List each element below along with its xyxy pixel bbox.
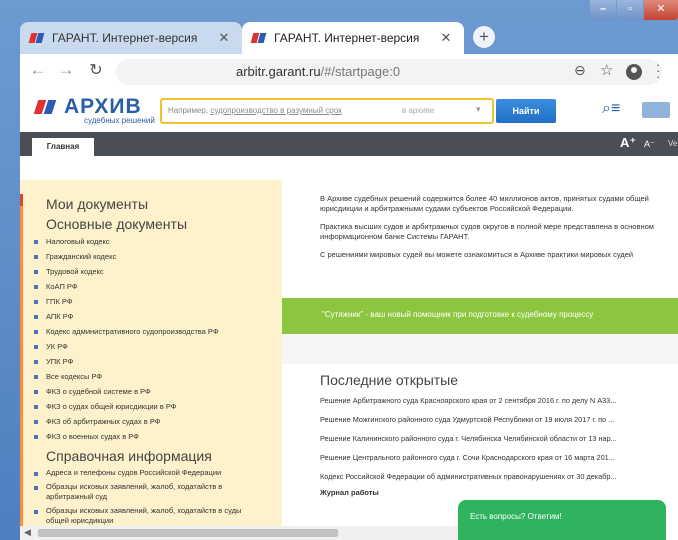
maximize-button[interactable]: ▫	[617, 0, 643, 20]
advanced-search-icon[interactable]: ⌕≡	[602, 100, 620, 118]
list-item[interactable]: Кодекс административного судопроизводств…	[34, 326, 219, 341]
list-item[interactable]: Образцы исковых заявлений, жалоб, ходата…	[34, 506, 264, 526]
scroll-left-icon[interactable]: ◀	[24, 527, 31, 538]
reference-info-list: Адреса и телефоны судов Российской Федер…	[34, 468, 264, 530]
list-item[interactable]: Гражданский кодекс	[34, 251, 219, 266]
close-window-button[interactable]: ✕	[644, 0, 678, 20]
recent-heading: Последние открытые	[320, 372, 459, 388]
url-host: arbitr.garant.ru	[236, 64, 321, 79]
url-path: /#/startpage:0	[320, 64, 401, 79]
address-bar[interactable]: arbitr.garant.ru/#/startpage:0 ⊖ ☆	[116, 59, 662, 85]
main-documents-list: Налоговый кодекс Гражданский кодекс Труд…	[34, 236, 219, 446]
left-accent-marker	[20, 194, 23, 206]
list-item[interactable]: ФКЗ о судах общей юрисдикции в РФ	[34, 401, 219, 416]
search-placeholder-prefix: Например,	[168, 106, 209, 115]
list-item[interactable]: ФКЗ о военных судах в РФ	[34, 431, 219, 446]
intro-paragraph: Практика высших судов и арбитражных судо…	[320, 222, 654, 241]
recent-list: Решение Арбитражного суда Красноярского …	[320, 396, 666, 491]
minimize-icon: –	[599, 3, 607, 15]
tab-close-icon[interactable]: ✕	[216, 30, 232, 46]
list-item[interactable]: Налоговый кодекс	[34, 236, 219, 251]
profile-icon[interactable]	[626, 64, 642, 80]
url-text: arbitr.garant.ru/#/startpage:0	[236, 64, 400, 79]
tab-close-icon[interactable]: ✕	[438, 30, 454, 46]
list-item[interactable]: Решение Можгинского районного суда Удмур…	[320, 415, 666, 434]
browser-tab-1[interactable]: ГАРАНТ. Интернет-версия ✕	[20, 22, 242, 54]
list-item[interactable]: Решение Арбитражного суда Красноярского …	[320, 396, 666, 415]
list-item[interactable]: Образцы исковых заявлений, жалоб, ходата…	[34, 482, 264, 502]
close-icon: ✕	[656, 3, 666, 15]
tab-strip: ГАРАНТ. Интернет-версия ✕ ГАРАНТ. Интерн…	[20, 18, 678, 54]
list-item[interactable]: ГПК РФ	[34, 296, 219, 311]
list-item[interactable]: Все кодексы РФ	[34, 371, 219, 386]
list-item[interactable]: ФКЗ об арбитражных судах в РФ	[34, 416, 219, 431]
intro-text: В Архиве судебных решений содержится бол…	[320, 194, 660, 268]
list-item[interactable]: УПК РФ	[34, 356, 219, 371]
reload-icon[interactable]: ↻	[86, 60, 106, 80]
left-accent-bar	[20, 194, 23, 540]
browser-window: ГАРАНТ. Интернет-версия ✕ ГАРАНТ. Интерн…	[0, 0, 678, 540]
promo-banner[interactable]: "Сутяжник" - ваш новый помощник при подг…	[282, 298, 678, 334]
nav-more-item[interactable]: Ve	[668, 139, 677, 148]
intro-paragraph-link[interactable]: С решениями мировых судей вы можете озна…	[320, 250, 660, 260]
logo-subtitle: судебных решений	[84, 116, 155, 125]
horizontal-scrollbar[interactable]: ◀	[20, 526, 458, 540]
reference-info-heading: Справочная информация	[46, 448, 212, 464]
scroll-thumb[interactable]	[38, 529, 338, 537]
minimize-button[interactable]: –	[590, 0, 616, 20]
main-documents-heading: Основные документы	[46, 216, 188, 232]
list-item[interactable]: Решение Калининского районного суда г. Ч…	[320, 434, 666, 453]
chat-widget[interactable]: Есть вопросы? Ответим!	[458, 500, 666, 540]
find-button[interactable]: Найти	[496, 99, 556, 123]
list-item[interactable]: КоАП РФ	[34, 281, 219, 296]
list-item[interactable]: Трудовой кодекс	[34, 266, 219, 281]
new-tab-button[interactable]: +	[473, 26, 495, 48]
promo-text: "Сутяжник" - ваш новый помощник при подг…	[322, 310, 594, 319]
tab-title: ГАРАНТ. Интернет-версия	[274, 31, 420, 45]
journal-link[interactable]: Журнал работы	[320, 488, 379, 497]
chat-text: Есть вопросы? Ответим!	[470, 512, 562, 521]
bookmark-star-icon[interactable]: ☆	[600, 61, 613, 79]
left-panel: Мои документы Основные документы Налогов…	[20, 180, 282, 540]
sub-bar	[20, 156, 678, 180]
recent-band	[282, 334, 678, 364]
right-panel: В Архиве судебных решений содержится бол…	[282, 180, 678, 540]
garant-logo-icon[interactable]	[34, 100, 58, 114]
chevron-down-icon[interactable]: ▾	[476, 104, 481, 115]
back-arrow-icon[interactable]: ←	[28, 60, 48, 80]
browser-menu-icon[interactable]: · · ·	[656, 58, 660, 83]
web-page: АРХИВ судебных решений Например, судопро…	[20, 90, 678, 540]
list-item[interactable]: АПК РФ	[34, 311, 219, 326]
search-placeholder-link[interactable]: судопроизводство в разумный срок	[210, 106, 341, 115]
garant-favicon-icon	[30, 32, 44, 44]
intro-paragraph: В Архиве судебных решений содержится бол…	[320, 194, 649, 213]
list-item[interactable]: Решение Центрального районного суда г. С…	[320, 453, 666, 472]
list-item[interactable]: Адреса и телефоны судов Российской Федер…	[34, 468, 264, 478]
tab-main[interactable]: Главная	[32, 138, 94, 156]
search-placeholder: Например, судопроизводство в разумный ср…	[168, 106, 342, 115]
garant-favicon-icon	[252, 32, 266, 44]
maximize-icon: ▫	[628, 3, 632, 15]
my-documents-link[interactable]: Мои документы	[46, 196, 148, 212]
list-item[interactable]: ФКЗ о судебной системе в РФ	[34, 386, 219, 401]
font-decrease-button[interactable]: A⁻	[644, 139, 655, 150]
search-input[interactable]: Например, судопроизводство в разумный ср…	[160, 98, 494, 124]
forward-arrow-icon[interactable]: →	[56, 60, 76, 80]
tab-title: ГАРАНТ. Интернет-версия	[52, 31, 198, 45]
site-header: АРХИВ судебных решений Например, судопро…	[20, 90, 678, 133]
list-item[interactable]: УК РФ	[34, 341, 219, 356]
reader-icon[interactable]	[642, 102, 670, 118]
font-increase-button[interactable]: A⁺	[620, 135, 636, 151]
browser-tab-2[interactable]: ГАРАНТ. Интернет-версия ✕	[242, 22, 464, 54]
search-scope-select[interactable]: в архиве	[402, 106, 434, 115]
site-nav-bar: Главная A⁺ A⁻ Ve	[20, 132, 678, 156]
browser-toolbar: ← → ↻ arbitr.garant.ru/#/startpage:0 ⊖ ☆…	[20, 54, 678, 90]
zoom-icon[interactable]: ⊖	[574, 62, 586, 79]
